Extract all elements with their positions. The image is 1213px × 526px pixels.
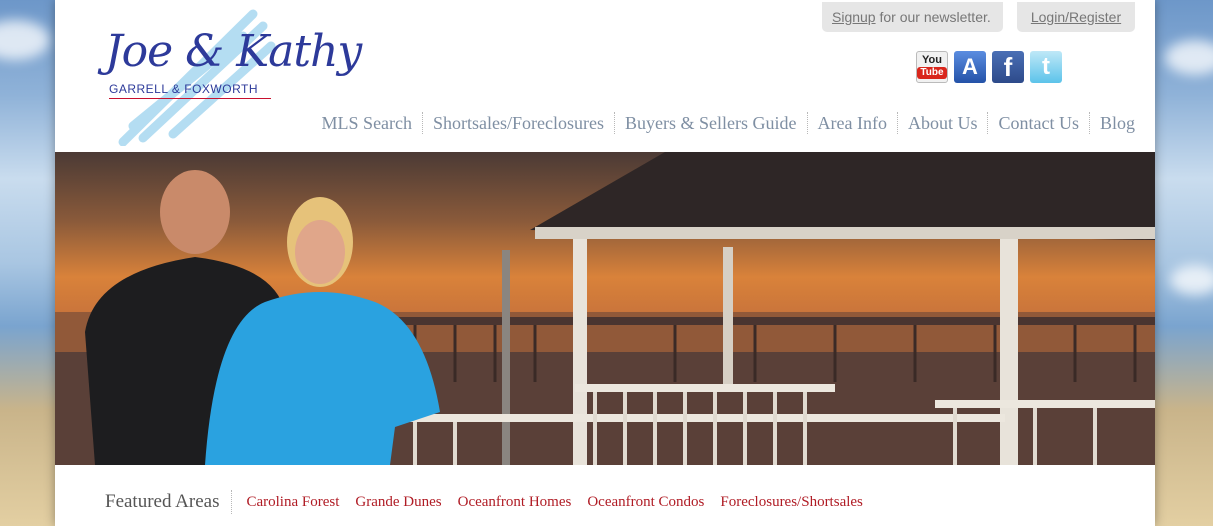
hero-banner (55, 152, 1155, 465)
newsletter-signup: Signup for our newsletter. (822, 2, 1003, 32)
hero-pier-deck (355, 317, 1155, 325)
featured-link-grande-dunes[interactable]: Grande Dunes (355, 494, 441, 511)
logo-underline (109, 98, 271, 99)
hero-gazebo-roof (530, 152, 1155, 240)
app-store-icon[interactable]: A (954, 51, 986, 83)
nav-item-area-info[interactable]: Area Info (808, 113, 897, 134)
page-container: Joe & Kathy GARRELL & FOXWORTH Signup fo… (55, 0, 1155, 526)
logo-subtitle: GARRELL & FOXWORTH (109, 82, 259, 96)
signup-text: for our newsletter. (875, 9, 991, 25)
featured-link-oceanfront-homes[interactable]: Oceanfront Homes (458, 494, 572, 511)
nav-item-shortsales[interactable]: Shortsales/Foreclosures (423, 113, 614, 134)
site-logo[interactable]: Joe & Kathy GARRELL & FOXWORTH (103, 6, 362, 146)
nav-item-buyers-sellers[interactable]: Buyers & Sellers Guide (615, 113, 806, 134)
hero-gazebo-post (723, 247, 733, 387)
youtube-you-text: You (922, 54, 942, 66)
signup-link[interactable]: Signup (832, 9, 876, 25)
hero-gazebo-post (573, 239, 587, 465)
twitter-glyph: t (1042, 53, 1050, 80)
nav-item-mls-search[interactable]: MLS Search (312, 113, 422, 134)
youtube-tube-text: Tube (917, 67, 947, 79)
login-register-link[interactable]: Login/Register (1031, 9, 1121, 25)
featured-areas-title: Featured Areas (105, 491, 220, 512)
featured-divider (231, 490, 233, 514)
hero-image (55, 152, 1155, 465)
hero-people (85, 170, 440, 465)
background-cloud (1170, 265, 1213, 295)
background-cloud (0, 20, 50, 60)
facebook-glyph: f (1003, 51, 1013, 82)
featured-link-foreclosures[interactable]: Foreclosures/Shortsales (720, 494, 862, 511)
hero-gazebo-beam (535, 227, 1155, 239)
hero-gazebo-post (1000, 239, 1018, 465)
app-store-glyph: A (962, 54, 978, 79)
youtube-icon[interactable]: You Tube (916, 51, 948, 83)
logo-script-text: Joe & Kathy (105, 26, 362, 77)
twitter-icon[interactable]: t (1030, 51, 1062, 83)
featured-link-oceanfront-condos[interactable]: Oceanfront Condos (587, 494, 704, 511)
hero-shower-post (502, 250, 510, 465)
login-register-pill: Login/Register (1017, 2, 1135, 32)
main-nav: MLS Search Shortsales/Foreclosures Buyer… (312, 112, 1135, 134)
nav-item-contact-us[interactable]: Contact Us (988, 113, 1089, 134)
featured-areas: Featured Areas Carolina Forest Grande Du… (105, 490, 879, 514)
nav-item-about-us[interactable]: About Us (898, 113, 988, 134)
facebook-icon[interactable]: f (992, 51, 1024, 83)
background-cloud (1165, 40, 1213, 75)
nav-item-blog[interactable]: Blog (1090, 113, 1135, 134)
featured-link-carolina-forest[interactable]: Carolina Forest (246, 494, 339, 511)
